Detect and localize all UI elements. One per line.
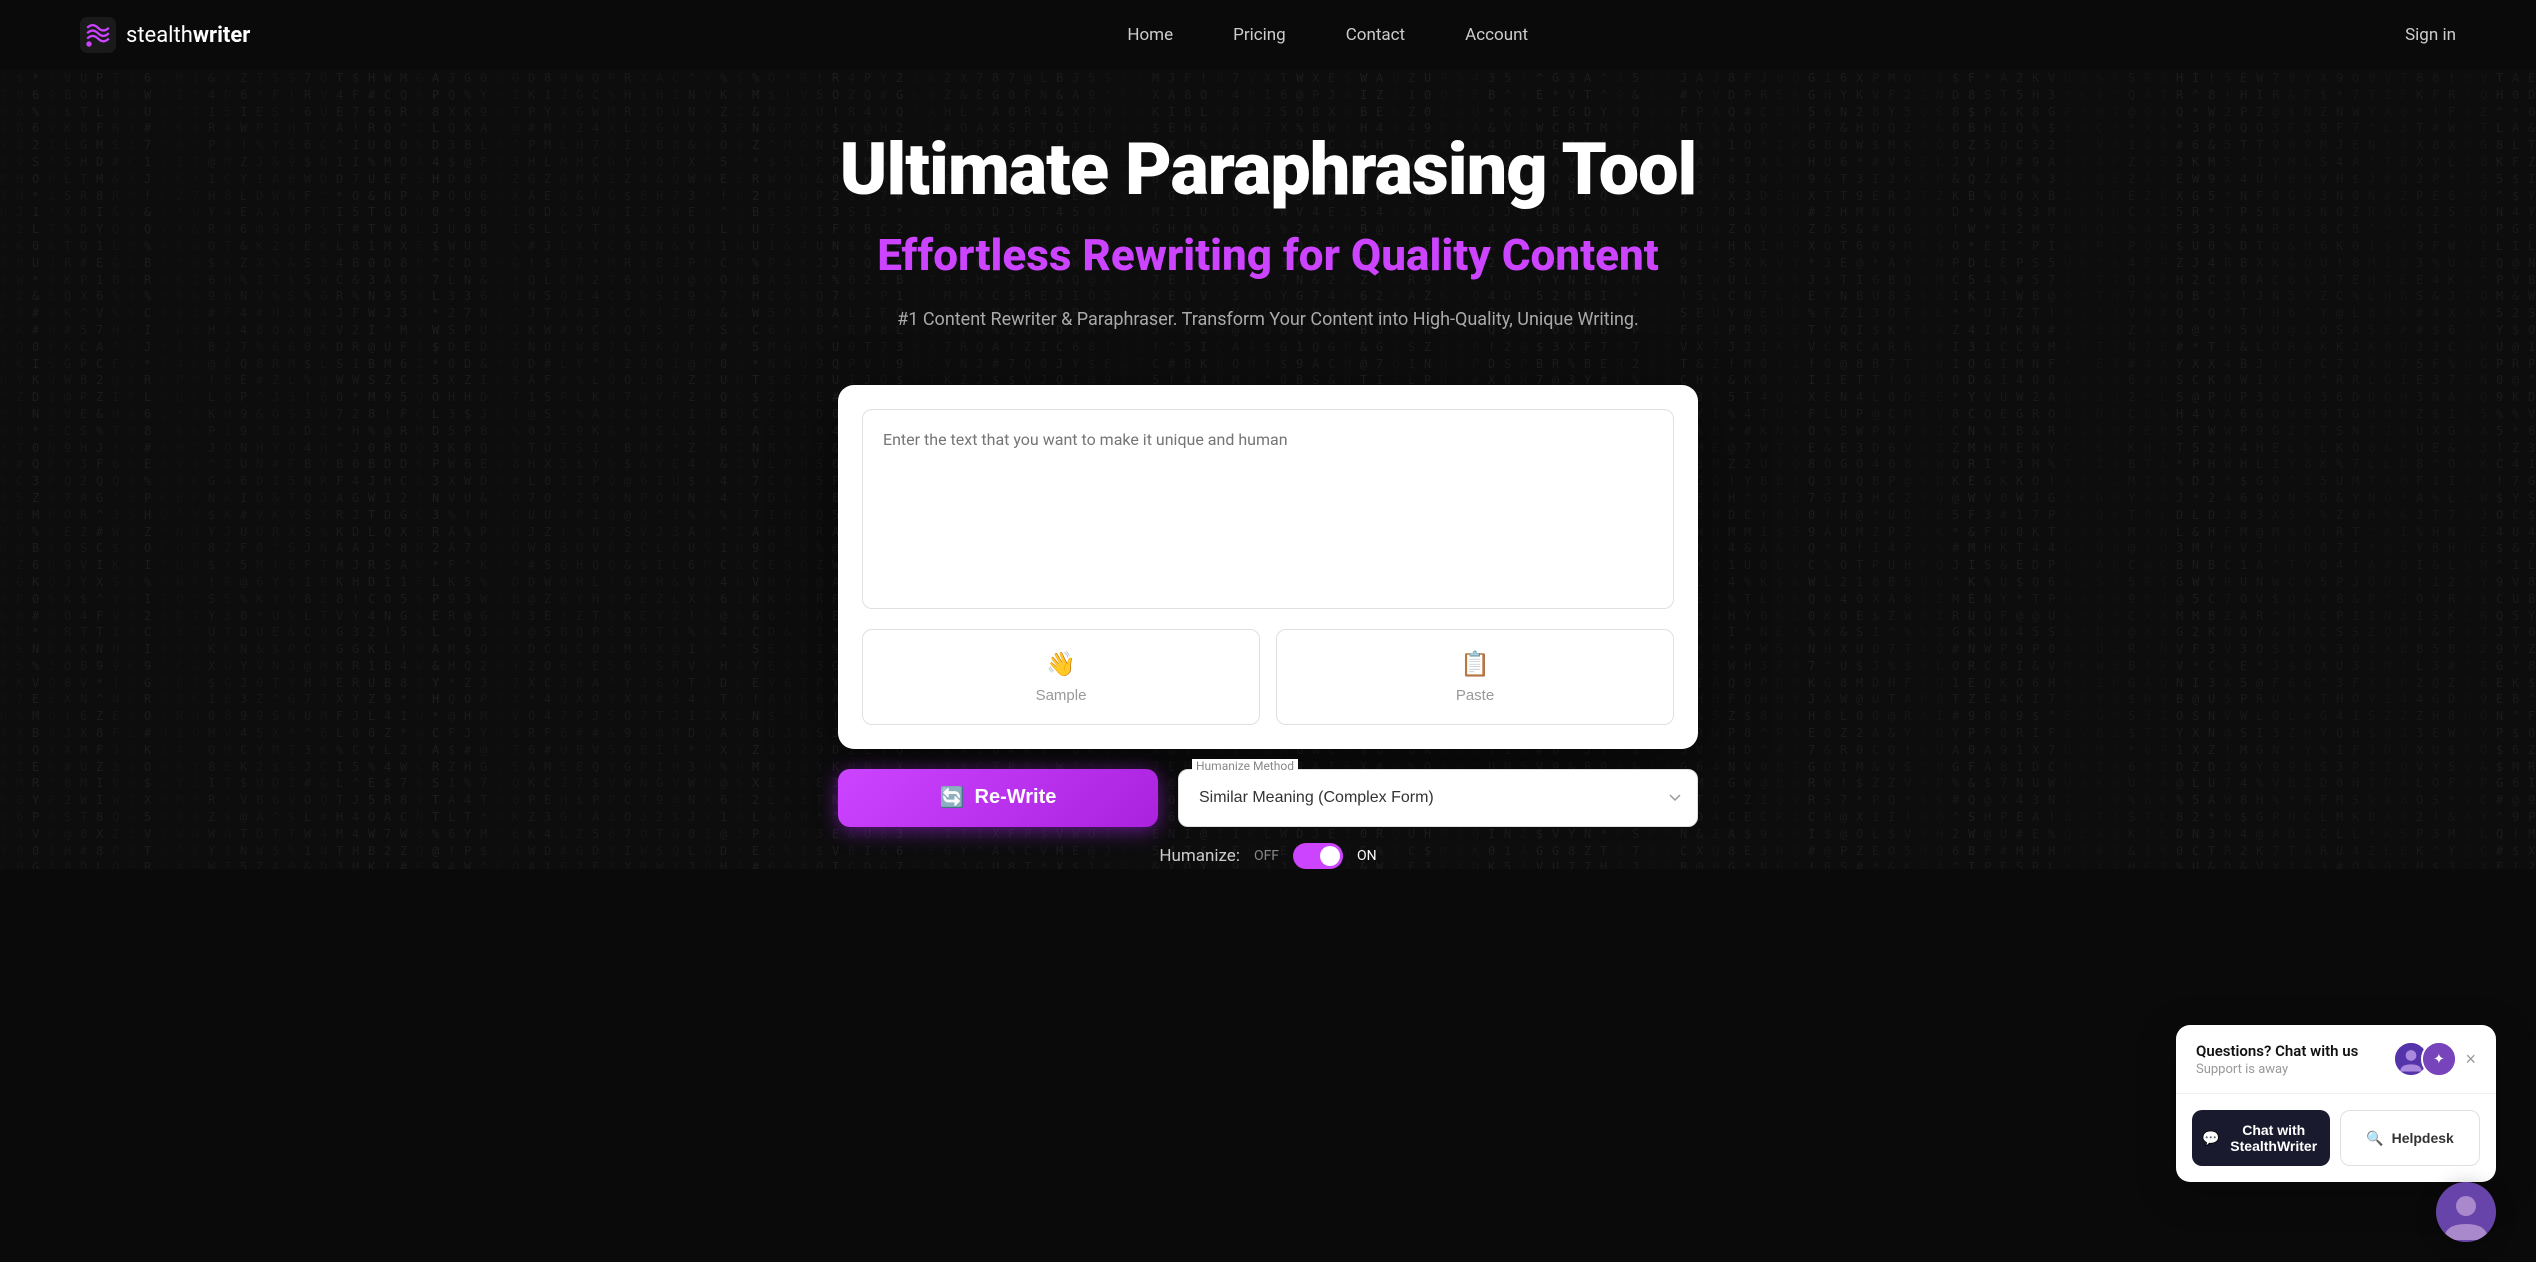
signin-link[interactable]: Sign in bbox=[2405, 25, 2456, 45]
logo-text: stealthwriter bbox=[126, 23, 250, 48]
fab-avatar-icon bbox=[2436, 1182, 2496, 1242]
chat-header-text: Questions? Chat with us Support is away bbox=[2196, 1042, 2358, 1077]
hero-description: #1 Content Rewriter & Paraphraser. Trans… bbox=[840, 306, 1697, 335]
svg-text:✦: ✦ bbox=[2434, 1051, 2446, 1067]
paste-label: Paste bbox=[1456, 687, 1494, 704]
nav-link-contact[interactable]: Contact bbox=[1346, 25, 1405, 45]
toggle-off-label: OFF bbox=[1254, 848, 1279, 864]
nav-item-account[interactable]: Account bbox=[1465, 25, 1528, 45]
nav-item-pricing[interactable]: Pricing bbox=[1233, 25, 1286, 45]
chat-btn-label: Chat with StealthWriter bbox=[2227, 1122, 2320, 1154]
paste-button[interactable]: 📋 Paste bbox=[1276, 629, 1674, 725]
nav-link-home[interactable]: Home bbox=[1127, 25, 1173, 45]
tool-card: 👋 Sample 📋 Paste bbox=[838, 385, 1698, 749]
hero-title: Ultimate Paraphrasing Tool bbox=[840, 130, 1697, 209]
nav-item-contact[interactable]: Contact bbox=[1346, 25, 1405, 45]
chat-with-stealthwriter-button[interactable]: 💬 Chat with StealthWriter bbox=[2192, 1110, 2330, 1166]
nav-link-pricing[interactable]: Pricing bbox=[1233, 25, 1286, 45]
chat-widget: Questions? Chat with us Support is away … bbox=[2176, 1025, 2496, 1182]
humanize-toggle[interactable] bbox=[1293, 843, 1343, 869]
nav-link-account[interactable]: Account bbox=[1465, 25, 1528, 45]
rewrite-button[interactable]: 🔄 Re-Write bbox=[838, 769, 1158, 827]
tool-bottom-controls: 🔄 Re-Write Humanize Method Similar Meani… bbox=[838, 769, 1698, 827]
rewrite-icon: 🔄 bbox=[940, 785, 965, 810]
nav-links: Home Pricing Contact Account bbox=[1127, 25, 1528, 45]
chat-icon: 💬 bbox=[2202, 1130, 2219, 1147]
chat-header: Questions? Chat with us Support is away … bbox=[2176, 1025, 2496, 1094]
helpdesk-label: Helpdesk bbox=[2392, 1130, 2454, 1146]
chat-header-right: ✦ × bbox=[2393, 1041, 2476, 1077]
humanize-method-wrapper: Humanize Method Similar Meaning (Complex… bbox=[1178, 769, 1698, 827]
tool-actions: 👋 Sample 📋 Paste bbox=[862, 629, 1674, 725]
chat-subtitle: Support is away bbox=[2196, 1062, 2358, 1077]
humanize-toggle-label: Humanize: bbox=[1159, 846, 1240, 866]
helpdesk-button[interactable]: 🔍 Helpdesk bbox=[2340, 1110, 2480, 1166]
sample-label: Sample bbox=[1036, 687, 1087, 704]
chat-avatar-2: ✦ bbox=[2421, 1041, 2457, 1077]
chat-fab-button[interactable] bbox=[2436, 1182, 2496, 1242]
humanize-method-select[interactable]: Similar Meaning (Complex Form) Similar M… bbox=[1178, 769, 1698, 827]
avatar-icon-2: ✦ bbox=[2423, 1041, 2455, 1077]
text-input[interactable] bbox=[862, 409, 1674, 609]
hero-subtitle: Effortless Rewriting for Quality Content bbox=[840, 229, 1697, 282]
sample-button[interactable]: 👋 Sample bbox=[862, 629, 1260, 725]
paste-icon: 📋 bbox=[1460, 650, 1490, 679]
hero-section: 7 T M J Y S R I D A # S $ A L C 3 ! N ^ … bbox=[0, 70, 2536, 869]
nav-item-home[interactable]: Home bbox=[1127, 25, 1173, 45]
toggle-on-label: ON bbox=[1357, 848, 1377, 864]
toggle-knob bbox=[1320, 846, 1340, 866]
rewrite-label: Re-Write bbox=[975, 786, 1057, 809]
humanize-toggle-row: Humanize: OFF ON bbox=[1159, 843, 1376, 869]
logo-icon bbox=[80, 17, 116, 53]
navbar: stealthwriter Home Pricing Contact Accou… bbox=[0, 0, 2536, 70]
chat-action-buttons: 💬 Chat with StealthWriter 🔍 Helpdesk bbox=[2176, 1094, 2496, 1182]
chat-close-button[interactable]: × bbox=[2465, 1050, 2476, 1068]
search-icon: 🔍 bbox=[2366, 1130, 2383, 1147]
sample-icon: 👋 bbox=[1046, 650, 1076, 679]
chat-title: Questions? Chat with us bbox=[2196, 1042, 2358, 1060]
logo[interactable]: stealthwriter bbox=[80, 17, 250, 53]
chat-avatars: ✦ bbox=[2393, 1041, 2457, 1077]
hero-content: Ultimate Paraphrasing Tool Effortless Re… bbox=[820, 130, 1717, 375]
humanize-method-label: Humanize Method bbox=[1192, 759, 1298, 773]
